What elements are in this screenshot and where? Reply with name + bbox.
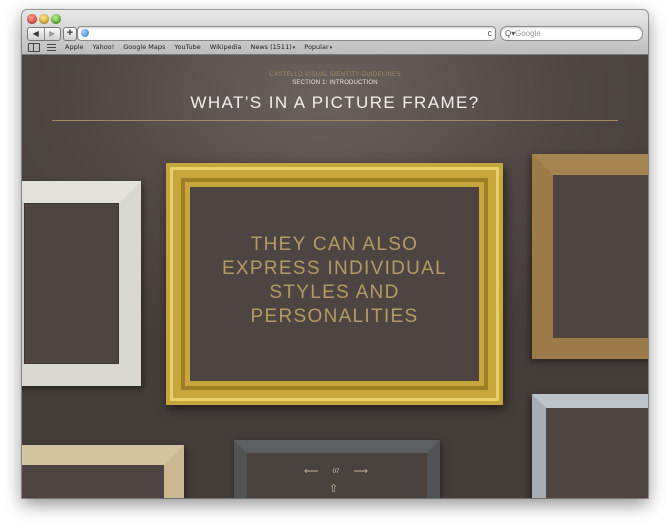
- search-input[interactable]: [515, 27, 635, 40]
- beige-frame-image: [22, 445, 184, 498]
- bookmarks-book-icon[interactable]: [28, 42, 40, 52]
- address-bar[interactable]: c: [77, 26, 496, 41]
- bookmark-news[interactable]: News (1511)▾: [251, 43, 296, 51]
- reload-icon[interactable]: c: [488, 27, 493, 40]
- zoom-window-button[interactable]: [51, 14, 61, 24]
- page-content: CASTELLO VISUAL IDENTITY GUIDELINES SECT…: [22, 55, 648, 498]
- headline-text: THEY CAN ALSO EXPRESS INDIVIDUAL STYLES …: [221, 234, 448, 327]
- next-page-arrow-icon[interactable]: ⟶: [354, 466, 368, 478]
- title-divider: [52, 120, 618, 121]
- bookmark-youtube[interactable]: YouTube: [174, 43, 200, 51]
- page-title: WHAT’S IN A PICTURE FRAME?: [190, 93, 480, 112]
- bookmark-popular[interactable]: Popular▾: [304, 43, 332, 51]
- top-sites-grid-icon[interactable]: [47, 43, 56, 51]
- forward-button[interactable]: ▶: [45, 28, 61, 40]
- silver-frame-image: [532, 394, 648, 498]
- back-button[interactable]: ◀: [28, 28, 45, 40]
- white-wood-frame-image: [22, 181, 141, 386]
- minimize-window-button[interactable]: [39, 14, 49, 24]
- search-box[interactable]: Q▾: [500, 26, 643, 41]
- browser-toolbar: ◀ ▶ + c Q▾ Apple Yahoo! Google Maps YouT…: [22, 10, 648, 55]
- bookmark-wikipedia[interactable]: Wikipedia: [210, 43, 242, 51]
- bookmark-apple[interactable]: Apple: [65, 43, 84, 51]
- browser-window: ◀ ▶ + c Q▾ Apple Yahoo! Google Maps YouT…: [22, 10, 648, 498]
- chevron-down-icon: ▾: [292, 45, 296, 51]
- search-icon[interactable]: Q▾: [505, 27, 515, 40]
- bookmark-news-label: News (1511): [250, 43, 292, 51]
- bookmark-yahoo[interactable]: Yahoo!: [93, 43, 115, 51]
- globe-icon: [81, 29, 89, 37]
- bookmarks-bar: Apple Yahoo! Google Maps YouTube Wikiped…: [22, 41, 648, 53]
- section-label: SECTION 1: INTRODUCTION: [292, 80, 378, 86]
- close-window-button[interactable]: [27, 14, 37, 24]
- rustic-wood-frame-image: [532, 154, 648, 359]
- add-bookmark-button[interactable]: +: [63, 27, 77, 41]
- bookmark-popular-label: Popular: [304, 43, 329, 51]
- guidelines-supertitle: CASTELLO VISUAL IDENTITY GUIDELINES: [269, 72, 401, 78]
- home-up-arrow-icon[interactable]: ⇧: [329, 483, 338, 495]
- page-pager: ⟵ 07 ⟶: [304, 466, 368, 478]
- bookmark-google-maps[interactable]: Google Maps: [123, 43, 165, 51]
- back-forward-buttons: ◀ ▶: [27, 27, 61, 41]
- chevron-down-icon: ▾: [329, 45, 333, 51]
